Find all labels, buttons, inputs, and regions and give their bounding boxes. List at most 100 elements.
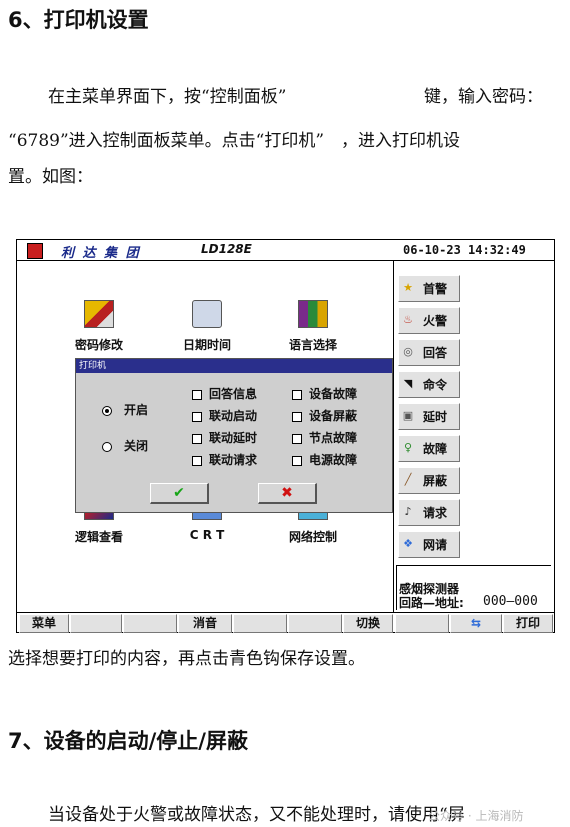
menu-button[interactable]: 菜单 (19, 614, 69, 633)
blank-key[interactable] (233, 614, 287, 633)
radio-disable[interactable]: 关闭 (102, 437, 148, 454)
cancel-button[interactable]: ✖ (258, 483, 317, 504)
sidebar-command[interactable]: ◥ 命令 (398, 371, 460, 398)
sidebar-label: 命令 (423, 378, 448, 392)
right-sidebar: ★ 首警 ♨ 火警 ◎ 回答 ◥ 命令 ▣ 延时 ♀ 故障 ╱ 屏蔽 ♪ 请求 ❖ 网请 感烟探测… (393, 260, 555, 612)
datetime-display: 06-10-23 14:32:49 (403, 243, 526, 257)
crt-item[interactable]: C R T (167, 508, 247, 542)
checkbox-answer-info[interactable]: 回答信息 (192, 385, 257, 402)
flame-icon: ♨ (403, 313, 413, 326)
radio-unselected-icon (102, 441, 112, 452)
section-heading-7: 7、设备的启动/停止/屏蔽 (8, 729, 248, 753)
sidebar-delay[interactable]: ▣ 延时 (398, 403, 460, 430)
paragraph-line: 键，输入密码： (424, 87, 543, 107)
language-select-label: 语言选择 (288, 338, 337, 352)
brand-logo-icon (27, 243, 43, 259)
loop-address-value: 000—000 (483, 594, 538, 609)
sidebar-label: 屏蔽 (423, 474, 448, 488)
sidebar-label: 回答 (423, 346, 448, 360)
sidebar-network-request[interactable]: ❖ 网请 (398, 531, 460, 558)
checkbox-node-fault[interactable]: 节点故障 (292, 429, 357, 446)
checkbox-icon (192, 433, 202, 444)
sidebar-label: 首警 (423, 282, 448, 296)
checkbox-label: 设备屏蔽 (309, 409, 358, 423)
radio-enable-label: 开启 (124, 403, 149, 417)
blank-key[interactable] (70, 614, 122, 633)
radio-enable[interactable]: 开启 (102, 401, 148, 418)
date-time-label: 日期时间 (182, 338, 231, 352)
model-name: LD128E (201, 242, 252, 256)
command-icon: ◥ (403, 377, 413, 390)
crt-label: C R T (189, 528, 225, 542)
sidebar-fault[interactable]: ♀ 故障 (398, 435, 460, 462)
logic-view-item[interactable]: 逻辑查看 (59, 508, 139, 545)
password-change-label: 密码修改 (74, 338, 123, 352)
paragraph-line: 置。如图： (8, 167, 93, 187)
checkbox-icon (292, 455, 302, 466)
control-panel-screenshot: 利 达 集 团 LD128E 06-10-23 14:32:49 密码修改 日期… (16, 239, 555, 633)
request-icon: ♪ (404, 505, 412, 518)
key-document-icon (84, 300, 114, 328)
language-books-icon (298, 300, 328, 328)
radio-disable-label: 关闭 (124, 439, 149, 453)
loop-address-label: 回路—地址: (399, 596, 464, 610)
confirm-button[interactable]: ✔ (150, 483, 209, 504)
switch-label: 切换 (355, 616, 380, 630)
printer-dialog: 打印机 开启 关闭 回答信息 联动启动 联动延时 联动请求 设备故障 设备屏蔽 … (75, 358, 393, 513)
mute-button[interactable]: 消音 (178, 614, 232, 633)
dialog-title-bar: 打印机 (76, 359, 392, 373)
print-button[interactable]: 打印 (503, 614, 553, 633)
checkbox-icon (192, 455, 202, 466)
password-change-item[interactable]: 密码修改 (59, 300, 139, 353)
checkbox-linkage-delay[interactable]: 联动延时 (192, 429, 257, 446)
sidebar-request[interactable]: ♪ 请求 (398, 499, 460, 526)
check-icon: ✔ (173, 485, 185, 501)
blank-key[interactable] (288, 614, 342, 633)
checkbox-label: 节点故障 (309, 431, 358, 445)
network-control-item[interactable]: 网络控制 (273, 508, 353, 545)
caption: 选择想要打印的内容，再点击青色钩保存设置。 (8, 649, 365, 669)
cross-icon: ✖ (281, 485, 293, 501)
dialog-title: 打印机 (79, 361, 107, 371)
checkbox-device-shield[interactable]: 设备屏蔽 (292, 407, 357, 424)
checkbox-label: 联动启动 (209, 409, 258, 423)
sidebar-label: 火警 (423, 314, 448, 328)
sidebar-fire-alarm[interactable]: ♨ 火警 (398, 307, 460, 334)
bulb-icon: ♀ (403, 441, 413, 454)
sidebar-shield[interactable]: ╱ 屏蔽 (398, 467, 460, 494)
date-time-item[interactable]: 日期时间 (167, 300, 247, 353)
print-label: 打印 (515, 616, 540, 630)
star-icon: ★ (403, 281, 413, 294)
sidebar-answer[interactable]: ◎ 回答 (398, 339, 460, 366)
section-heading-6: 6、打印机设置 (8, 8, 149, 32)
menu-label: 菜单 (31, 616, 56, 630)
checkbox-power-fault[interactable]: 电源故障 (292, 451, 357, 468)
sidebar-label: 延时 (423, 410, 448, 424)
bottom-function-bar: 菜单 消音 切换 ⇆ 打印 (17, 612, 554, 633)
network-request-icon: ❖ (403, 537, 413, 550)
language-select-item[interactable]: 语言选择 (273, 300, 353, 353)
checkbox-linkage-request[interactable]: 联动请求 (192, 451, 257, 468)
sidebar-label: 网请 (423, 538, 448, 552)
checkbox-device-fault[interactable]: 设备故障 (292, 385, 357, 402)
logic-view-label: 逻辑查看 (74, 530, 123, 544)
paragraph-line: 在主菜单界面下，按“控制面板” (48, 87, 287, 107)
checkbox-linkage-start[interactable]: 联动启动 (192, 407, 257, 424)
sidebar-first-alarm[interactable]: ★ 首警 (398, 275, 460, 302)
sidebar-label: 故障 (423, 442, 448, 456)
radio-selected-icon (102, 405, 112, 416)
panel-title-bar: 利 达 集 团 LD128E 06-10-23 14:32:49 (17, 240, 554, 261)
switch-button[interactable]: 切换 (343, 614, 393, 633)
brand-name: 利 达 集 团 (61, 246, 141, 261)
delay-icon: ▣ (402, 409, 414, 422)
shield-pen-icon: ╱ (404, 473, 412, 486)
checkbox-icon (192, 411, 202, 422)
blank-key[interactable] (395, 614, 449, 633)
clock-folder-icon (192, 300, 222, 328)
checkbox-icon (292, 411, 302, 422)
sidebar-label: 请求 (423, 506, 448, 520)
network-control-label: 网络控制 (288, 530, 337, 544)
blank-key[interactable] (123, 614, 177, 633)
checkbox-label: 电源故障 (309, 453, 358, 467)
refresh-arrows-icon[interactable]: ⇆ (450, 614, 502, 633)
